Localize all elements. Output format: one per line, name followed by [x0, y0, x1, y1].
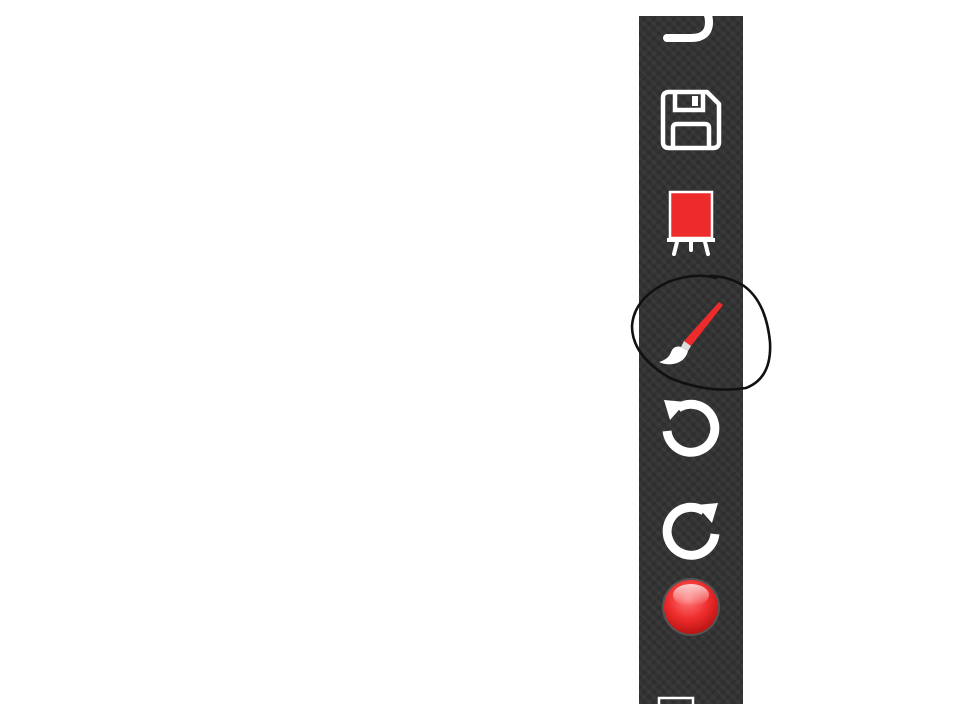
undo-button[interactable] — [639, 391, 743, 463]
drawing-canvas[interactable] — [0, 0, 960, 720]
record-button-icon — [662, 578, 720, 636]
square-outline-icon — [657, 696, 695, 704]
background-color-button[interactable] — [639, 186, 743, 260]
more-button[interactable] — [639, 694, 743, 704]
brush-button[interactable] — [639, 284, 743, 380]
floppy-disk-icon — [660, 89, 722, 151]
easel-color-icon — [667, 190, 715, 256]
save-button[interactable] — [639, 84, 743, 156]
share-button[interactable] — [639, 16, 743, 46]
undo-icon — [662, 399, 720, 457]
share-arrow-icon — [663, 16, 714, 42]
record-button[interactable] — [639, 572, 743, 642]
paintbrush-icon — [659, 302, 723, 365]
toolbar — [639, 16, 743, 704]
redo-button[interactable] — [639, 494, 743, 566]
redo-icon — [662, 502, 720, 560]
